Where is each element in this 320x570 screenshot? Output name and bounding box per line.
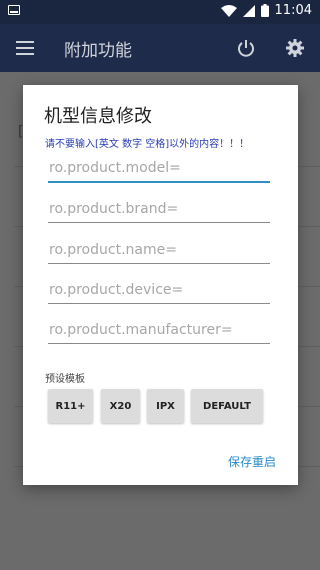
app-title: 附加功能 (64, 41, 132, 61)
signal-icon (242, 4, 255, 17)
wifi-icon (220, 4, 237, 17)
preset-ipx-button[interactable]: IPX (147, 389, 184, 423)
screen-notification-icon (8, 5, 20, 15)
preset-default-button[interactable]: DEFAULT (191, 389, 263, 423)
battery-icon (260, 4, 269, 17)
product-model-field[interactable] (48, 157, 270, 183)
dialog-title: 机型信息修改 (44, 106, 152, 127)
gear-icon[interactable] (285, 38, 305, 58)
product-brand-field[interactable] (48, 197, 270, 223)
preset-section-label: 预设模板 (45, 374, 85, 385)
preset-x20-button[interactable]: X20 (101, 389, 140, 423)
preset-r11plus-button[interactable]: R11+ (48, 389, 93, 423)
menu-icon[interactable] (16, 41, 34, 55)
product-manufacturer-field[interactable] (48, 318, 270, 344)
device-info-dialog: 机型信息修改 请不要输入[英文 数字 空格]以外的内容！！！ 预设模板 R11+… (23, 85, 298, 485)
status-time: 11:04 (274, 3, 312, 18)
power-icon[interactable] (236, 38, 256, 58)
save-restart-button[interactable]: 保存重启 (228, 453, 276, 470)
status-bar: 11:04 (0, 0, 320, 24)
input-warning-text: 请不要输入[英文 数字 空格]以外的内容！！！ (45, 139, 250, 150)
product-name-field[interactable] (48, 238, 270, 264)
product-device-field[interactable] (48, 278, 270, 304)
app-bar: 附加功能 (0, 24, 320, 72)
